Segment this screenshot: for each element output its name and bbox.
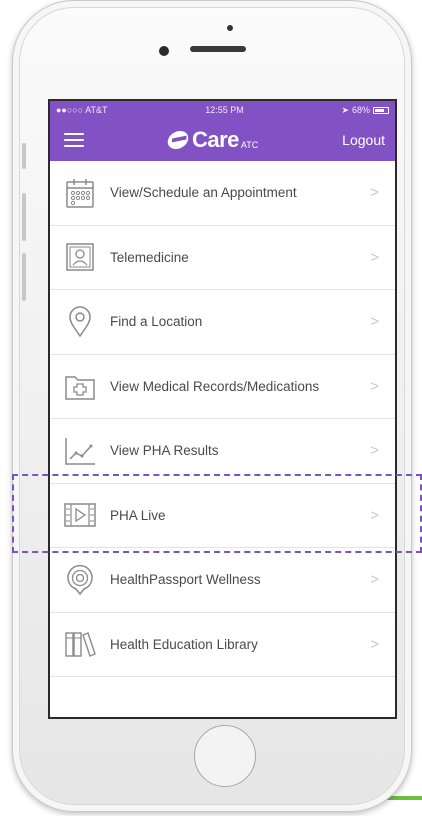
pha-live-highlight: [12, 474, 422, 553]
battery-percent: 68%: [351, 105, 370, 115]
menu-item-label: View PHA Results: [110, 443, 219, 459]
menu-item-find-location[interactable]: Find a Location >: [50, 290, 395, 355]
volume-down-button: [22, 253, 26, 301]
status-right: ➤ 68%: [341, 105, 389, 116]
home-button[interactable]: [194, 725, 256, 787]
menu-item-telemedicine[interactable]: Telemedicine >: [50, 226, 395, 290]
target-rings-icon: [64, 564, 96, 596]
chevron-right-icon: >: [370, 313, 379, 331]
chevron-right-icon: >: [370, 184, 379, 202]
logo-suffix: ATC: [240, 139, 259, 150]
location-arrow-icon: ➤: [341, 104, 349, 115]
logo-text: Care: [191, 127, 239, 152]
carrier-label: ●●○○○ AT&T: [56, 105, 108, 115]
status-time: 12:55 PM: [205, 105, 244, 115]
menu-item-label: Find a Location: [110, 314, 203, 330]
logo-mark-icon: [165, 131, 191, 149]
menu-item-education-library[interactable]: Health Education Library >: [50, 613, 395, 677]
menu-item-healthpassport[interactable]: HealthPassport Wellness >: [50, 548, 395, 613]
earpiece-speaker: [190, 46, 246, 52]
menu-item-medical-records[interactable]: View Medical Records/Medications >: [50, 355, 395, 419]
status-bar: ●●○○○ AT&T 12:55 PM ➤ 68%: [50, 101, 395, 119]
main-menu: View/Schedule an Appointment > Telemedic…: [50, 161, 395, 677]
app-header: ●●○○○ AT&T 12:55 PM ➤ 68% Care ATC Logou…: [50, 101, 395, 161]
menu-item-label: Health Education Library: [110, 636, 258, 652]
hamburger-menu-icon[interactable]: [64, 133, 84, 147]
chevron-right-icon: >: [370, 377, 379, 395]
line-chart-icon: [64, 435, 96, 467]
medical-folder-icon: [64, 370, 96, 402]
calendar-icon: [64, 177, 96, 209]
menu-item-appointment[interactable]: View/Schedule an Appointment >: [50, 161, 395, 226]
menu-item-label: View Medical Records/Medications: [110, 378, 320, 394]
logout-button[interactable]: Logout: [342, 132, 385, 148]
care-atc-logo: Care ATC: [165, 127, 259, 153]
app-screen: ●●○○○ AT&T 12:55 PM ➤ 68% Care ATC Logou…: [48, 99, 397, 719]
chevron-right-icon: >: [370, 635, 379, 653]
proximity-sensor: [227, 25, 233, 31]
menu-item-label: HealthPassport Wellness: [110, 572, 261, 588]
nav-bar: Care ATC Logout: [50, 119, 395, 161]
chevron-right-icon: >: [370, 571, 379, 589]
volume-up-button: [22, 193, 26, 241]
mute-switch: [22, 143, 26, 169]
video-profile-icon: [64, 241, 96, 273]
books-icon: [64, 628, 96, 660]
chevron-right-icon: >: [370, 248, 379, 266]
location-pin-icon: [64, 306, 96, 338]
front-camera: [159, 46, 169, 56]
menu-item-label: View/Schedule an Appointment: [110, 185, 297, 201]
chevron-right-icon: >: [370, 442, 379, 460]
menu-item-label: Telemedicine: [110, 249, 189, 265]
battery-icon: [373, 106, 389, 114]
